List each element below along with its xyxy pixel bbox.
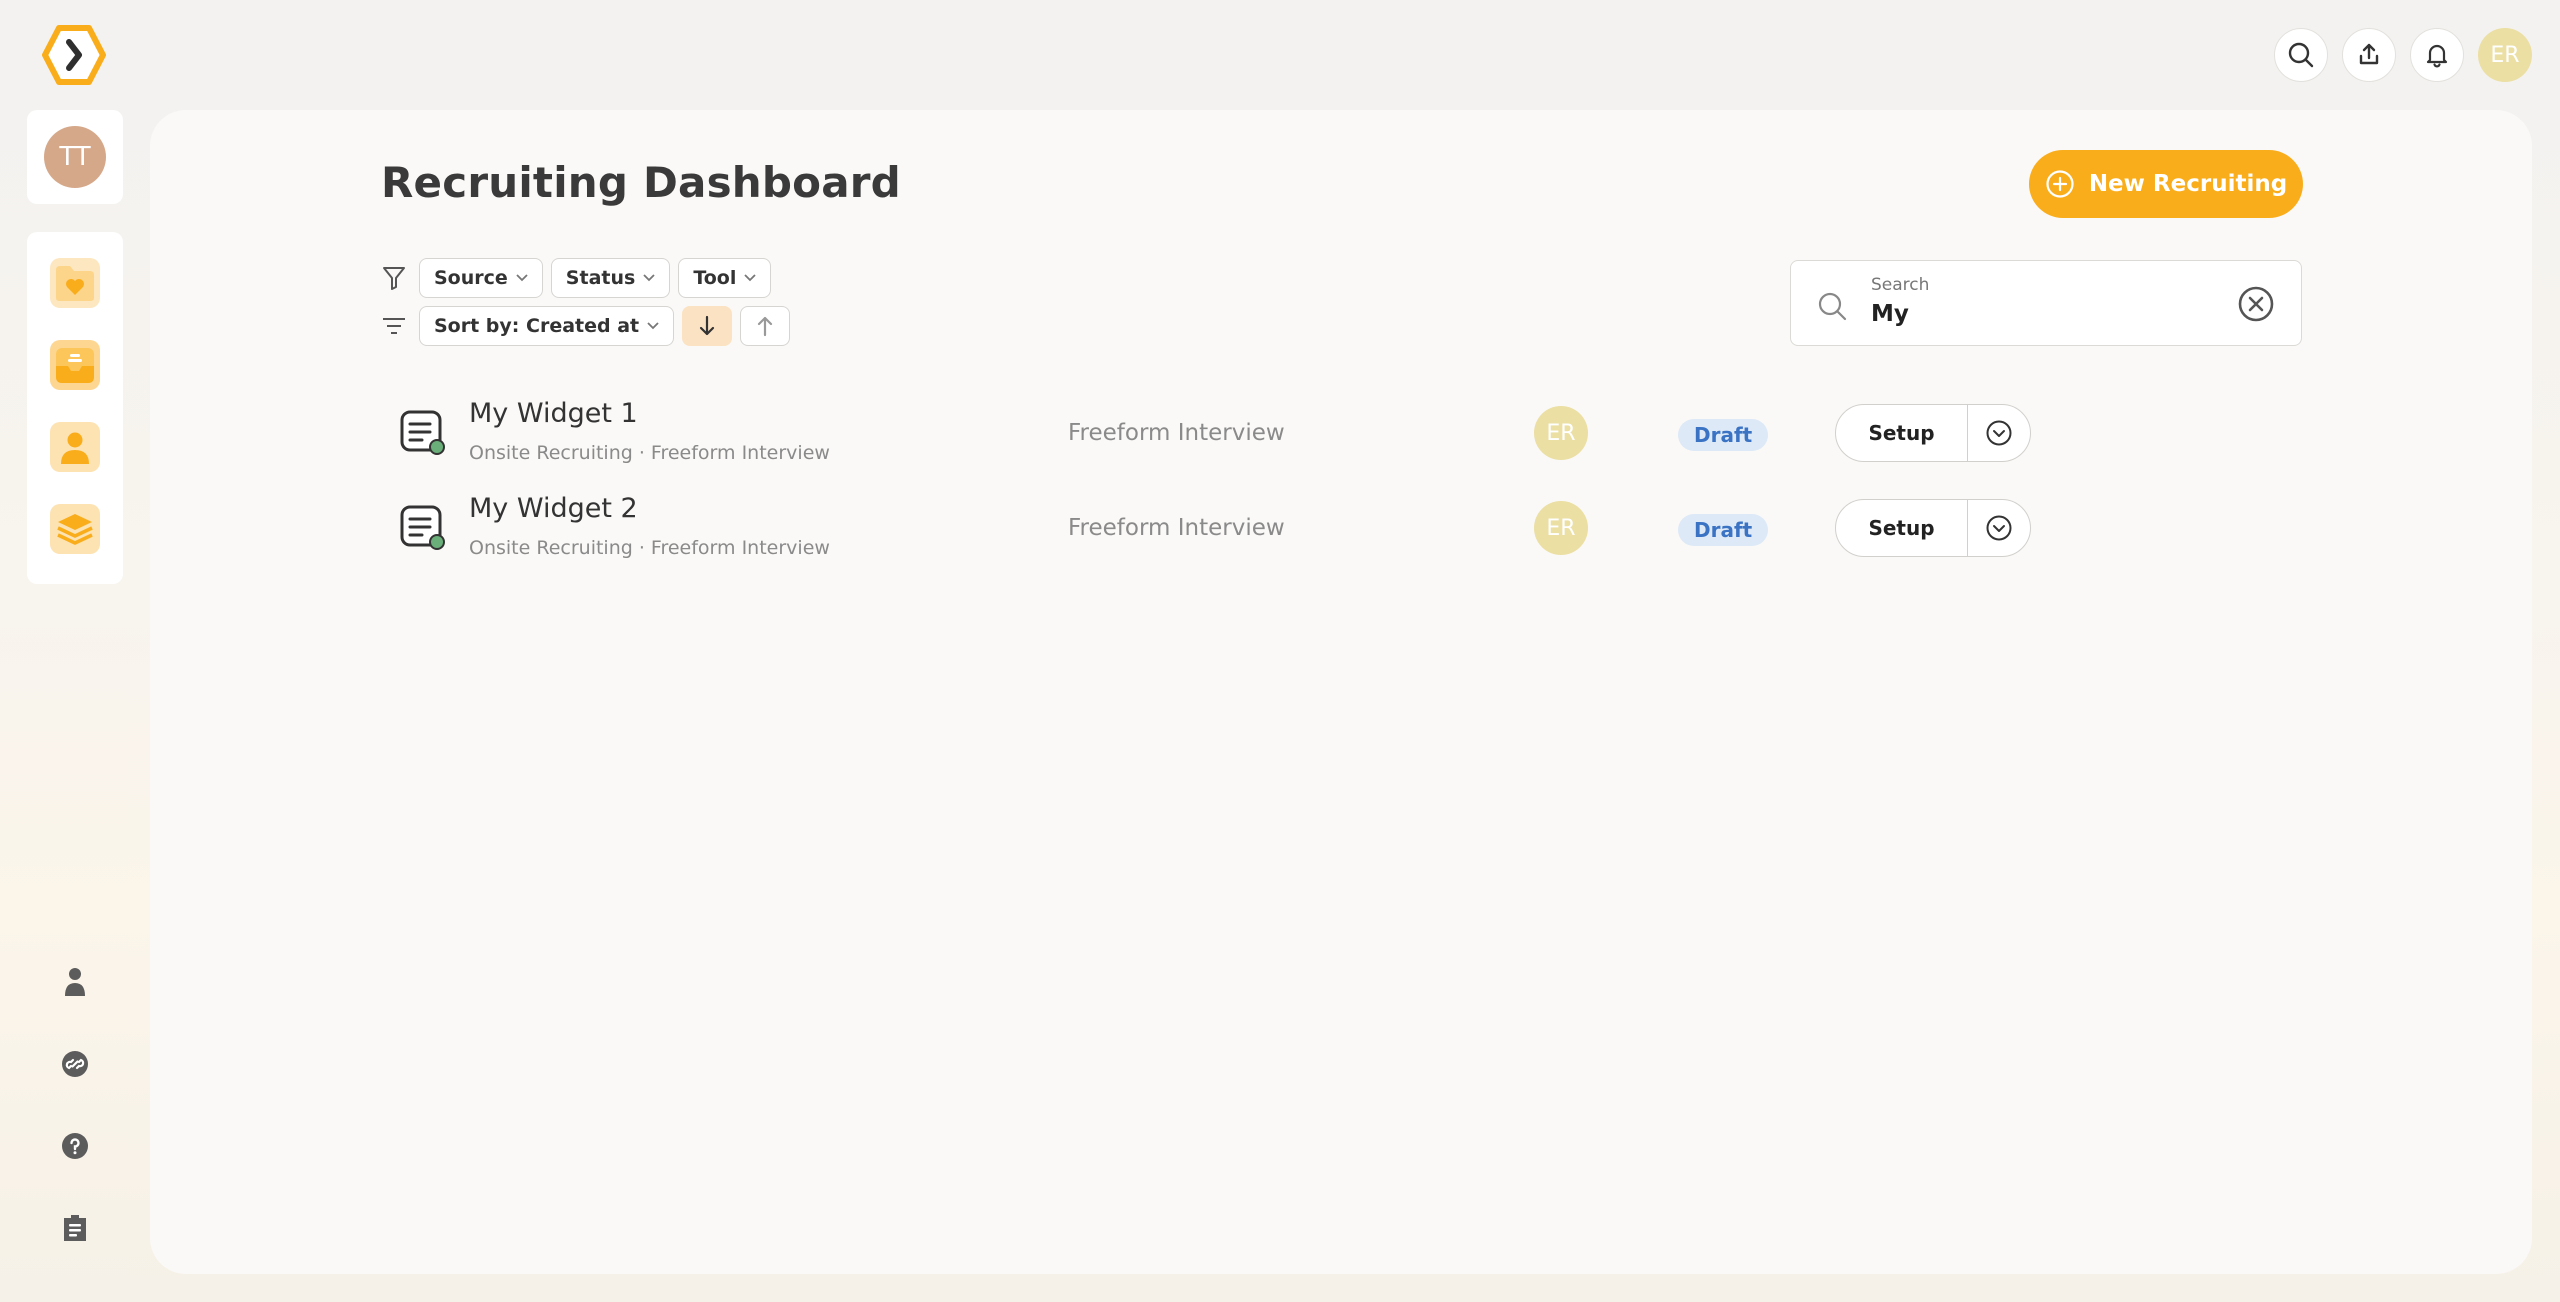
main-panel: Recruiting Dashboard New Recruiting Sour… <box>150 110 2532 1274</box>
search-icon <box>2288 42 2314 68</box>
status-badge: Draft <box>1678 419 1769 451</box>
arrow-down-icon <box>700 315 715 336</box>
new-recruiting-button[interactable]: New Recruiting <box>2029 150 2303 218</box>
sidebar-app-candidates[interactable] <box>50 422 100 472</box>
upload-icon <box>2359 43 2379 65</box>
more-options-button[interactable] <box>1968 500 2030 556</box>
help-icon <box>62 1133 88 1159</box>
page-title: Recruiting Dashboard <box>381 158 901 207</box>
sidebar-app-favorites[interactable] <box>50 258 100 308</box>
item-name[interactable]: My Widget 1 <box>469 398 638 429</box>
filter-row: Source Status Tool <box>381 258 772 298</box>
status-filter-label: Status <box>565 267 636 289</box>
new-recruiting-label: New Recruiting <box>2088 171 2288 197</box>
search-icon <box>1818 292 1847 321</box>
sidebar-bottom-nav <box>50 965 100 1245</box>
header-actions: ER <box>2274 28 2532 82</box>
status-filter[interactable]: Status <box>550 258 671 298</box>
sidebar-integrations-button[interactable] <box>50 1047 100 1081</box>
search-label: Search <box>1871 275 1930 295</box>
item-subtitle: Onsite Recruiting · Freeform Interview <box>469 442 830 464</box>
setup-button[interactable]: Setup <box>1836 500 1968 556</box>
sidebar-app-inbox[interactable] <box>50 340 100 390</box>
header-user-avatar[interactable]: ER <box>2478 28 2532 82</box>
chevron-down-icon <box>647 322 659 330</box>
inbox-icon <box>56 348 94 383</box>
header-upload-button[interactable] <box>2342 28 2396 82</box>
sidebar-app-library[interactable] <box>50 504 100 554</box>
owner-avatar: ER <box>1534 406 1588 460</box>
profile-icon <box>65 968 85 996</box>
document-icon <box>400 410 445 455</box>
item-name[interactable]: My Widget 2 <box>469 493 638 524</box>
sort-by-select[interactable]: Sort by: Created at <box>419 306 675 346</box>
sidebar-profile-button[interactable] <box>50 965 100 999</box>
sort-row: Sort by: Created at <box>381 306 791 346</box>
owner-avatar: ER <box>1534 501 1588 555</box>
item-type: Freeform Interview <box>1068 420 1285 446</box>
status-badge: Draft <box>1678 514 1769 546</box>
list-item[interactable]: My Widget 2 Onsite Recruiting · Freeform… <box>400 489 2300 569</box>
folder-heart-icon <box>56 266 94 301</box>
sidebar-user-card: TT <box>27 110 123 204</box>
sort-ascending-button[interactable] <box>740 306 791 346</box>
chevron-down-icon <box>744 274 757 282</box>
chevron-down-circle-icon <box>1986 515 2012 541</box>
close-circle-icon <box>2238 286 2274 322</box>
search-input[interactable] <box>1871 301 2231 327</box>
item-actions: Setup <box>1835 499 2031 557</box>
source-filter-label: Source <box>434 267 508 289</box>
layers-icon <box>57 514 93 545</box>
arrow-up-icon <box>758 316 773 337</box>
list-item[interactable]: My Widget 1 Onsite Recruiting · Freeform… <box>400 394 2300 474</box>
person-icon <box>61 432 89 464</box>
setup-button[interactable]: Setup <box>1836 405 1968 461</box>
plus-circle-icon <box>2046 170 2074 198</box>
chevron-down-circle-icon <box>1986 420 2012 446</box>
chevron-down-icon <box>643 274 655 282</box>
tool-filter[interactable]: Tool <box>678 258 772 298</box>
sort-lines-icon <box>381 313 407 339</box>
filter-icon <box>381 265 407 291</box>
search-box[interactable]: Search <box>1790 260 2302 346</box>
clipboard-icon <box>64 1215 86 1241</box>
hexagon-chevron-logo-icon <box>42 25 106 85</box>
sidebar-tasks-button[interactable] <box>50 1211 100 1245</box>
document-icon <box>400 505 445 550</box>
sort-descending-button[interactable] <box>682 306 733 346</box>
item-subtitle: Onsite Recruiting · Freeform Interview <box>469 537 830 559</box>
tool-filter-label: Tool <box>693 267 737 289</box>
link-icon <box>62 1051 88 1077</box>
sort-by-label: Sort by: Created at <box>434 315 640 337</box>
header-notifications-button[interactable] <box>2410 28 2464 82</box>
header-search-button[interactable] <box>2274 28 2328 82</box>
app-logo[interactable] <box>42 24 106 86</box>
bell-icon <box>2426 44 2448 68</box>
item-actions: Setup <box>1835 404 2031 462</box>
item-type: Freeform Interview <box>1068 515 1285 541</box>
clear-search-button[interactable] <box>2237 285 2275 327</box>
chevron-down-icon <box>516 274 528 282</box>
more-options-button[interactable] <box>1968 405 2030 461</box>
source-filter[interactable]: Source <box>419 258 543 298</box>
sidebar-apps <box>27 232 123 584</box>
sidebar-help-button[interactable] <box>50 1129 100 1163</box>
sidebar-user-avatar[interactable]: TT <box>44 126 106 188</box>
